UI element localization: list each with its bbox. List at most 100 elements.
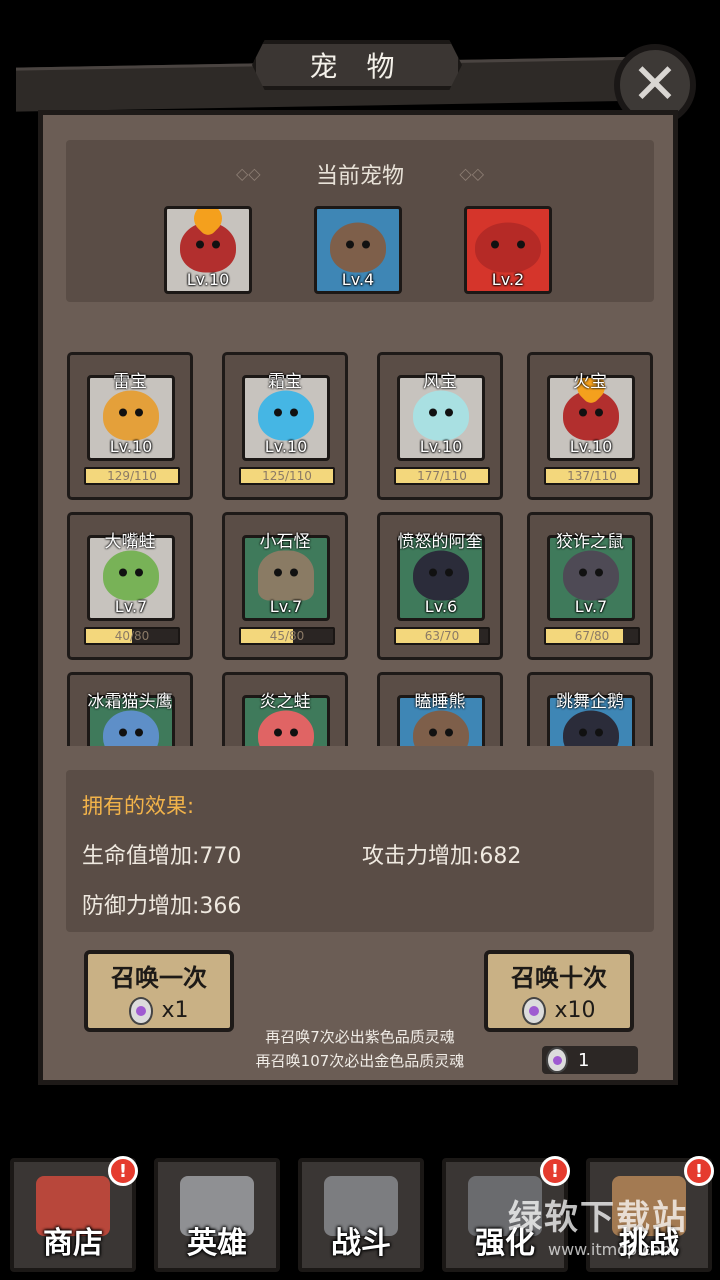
pet-level: Lv.6 bbox=[424, 597, 458, 616]
pet-progress-text: 137/110 bbox=[567, 469, 617, 483]
current-pet-slot-3[interactable]: Lv.2 bbox=[464, 206, 552, 294]
pet-progress-bar: 177/110 bbox=[394, 467, 490, 485]
bear-pet-icon bbox=[413, 710, 469, 746]
dragon-pet-icon bbox=[475, 222, 541, 273]
pet-progress-bar: 67/80 bbox=[544, 627, 640, 645]
effect-hp: 生命值增加:770 bbox=[82, 844, 242, 869]
nav-shop-button[interactable]: 商店 ! bbox=[10, 1156, 138, 1272]
pet-progress-text: 177/110 bbox=[417, 469, 467, 483]
nav-hero-button[interactable]: 英雄 bbox=[154, 1158, 280, 1272]
summon-once-cost: x1 bbox=[161, 998, 189, 1023]
pet-name: 小石怪 bbox=[259, 532, 311, 552]
pet-card[interactable]: Lv.10 火宝 137/110 bbox=[527, 352, 653, 500]
current-pet-level: Lv.10 bbox=[186, 270, 230, 289]
pet-progress-text: 125/110 bbox=[262, 469, 312, 483]
pet-progress-bar: 45/80 bbox=[239, 627, 335, 645]
frost-pet-icon bbox=[258, 390, 314, 441]
pet-level: Lv.10 bbox=[569, 437, 613, 456]
pet-card[interactable]: Lv.10 霜宝 125/110 bbox=[222, 352, 348, 500]
pet-level: Lv.7 bbox=[114, 597, 148, 616]
current-pet-slot-1[interactable]: Lv.10 bbox=[164, 206, 252, 294]
pet-progress-text: 129/110 bbox=[107, 469, 157, 483]
stone-pet-icon bbox=[258, 550, 314, 601]
pet-name: 风宝 bbox=[423, 372, 457, 392]
thunder-pet-icon bbox=[103, 390, 159, 441]
soul-egg-icon bbox=[546, 1047, 568, 1073]
frog-pet-icon bbox=[103, 550, 159, 601]
fire-pet-icon bbox=[563, 390, 619, 441]
soul-egg-icon bbox=[522, 996, 547, 1025]
penguin-pet-icon bbox=[413, 550, 469, 601]
pet-level: Lv.10 bbox=[264, 437, 308, 456]
summon-once-label: 召唤一次 bbox=[111, 963, 207, 992]
notification-badge: ! bbox=[108, 1156, 138, 1186]
current-pets-section: ◇◇ 当前宠物 ◇◇ Lv.10 Lv.4 Lv.2 bbox=[66, 140, 654, 302]
pet-progress-bar: 125/110 bbox=[239, 467, 335, 485]
fire-pet-icon bbox=[180, 222, 236, 273]
pet-card[interactable]: Lv.7 小石怪 45/80 bbox=[222, 512, 348, 660]
pet-name: 愤怒的阿奎 bbox=[397, 532, 483, 552]
pet-card[interactable]: Lv.10 雷宝 129/110 bbox=[67, 352, 193, 500]
pet-level: Lv.10 bbox=[109, 437, 153, 456]
pet-card[interactable]: Lv.6 愤怒的阿奎 63/70 bbox=[377, 512, 503, 660]
pet-name: 霜宝 bbox=[268, 372, 302, 392]
penguin-pet-icon bbox=[563, 710, 619, 746]
watermark: 绿软下载站 bbox=[508, 1198, 688, 1238]
pet-card[interactable]: Lv.10 风宝 177/110 bbox=[377, 352, 503, 500]
page-title: 宠 物 bbox=[309, 50, 405, 83]
wind-pet-icon bbox=[413, 390, 469, 441]
pet-name: 瞌睡熊 bbox=[414, 692, 466, 712]
pet-progress-bar: 63/70 bbox=[394, 627, 490, 645]
nav-battle-button[interactable]: 战斗 bbox=[298, 1158, 424, 1272]
pet-name: 火宝 bbox=[573, 372, 607, 392]
egg-count: 1 bbox=[578, 1049, 590, 1071]
pet-name: 狡诈之鼠 bbox=[556, 532, 624, 552]
pet-name: 大嘴蛙 bbox=[104, 532, 156, 552]
pet-progress-bar: 129/110 bbox=[84, 467, 180, 485]
current-pet-slot-2[interactable]: Lv.4 bbox=[314, 206, 402, 294]
pet-card[interactable]: 跳舞企鹅 bbox=[527, 672, 653, 746]
title-plate: 宠 物 bbox=[252, 40, 462, 90]
pet-card[interactable]: 冰霜猫头鹰 bbox=[67, 672, 193, 746]
effects-title: 拥有的效果: bbox=[82, 794, 195, 818]
pet-card[interactable]: Lv.7 狡诈之鼠 67/80 bbox=[527, 512, 653, 660]
effect-def: 防御力增加:366 bbox=[82, 894, 242, 919]
effects-section: 拥有的效果: 生命值增加:770 攻击力增加:682 防御力增加:366 bbox=[66, 770, 654, 932]
soul-egg-icon bbox=[129, 996, 154, 1025]
pet-level: Lv.7 bbox=[269, 597, 303, 616]
pet-name: 跳舞企鹅 bbox=[556, 692, 624, 712]
pet-level: Lv.10 bbox=[419, 437, 463, 456]
watermark-url: www.itmop.com bbox=[548, 1240, 677, 1259]
pet-grid[interactable]: Lv.10 雷宝 129/110 Lv.10 霜宝 125/110 Lv.10 … bbox=[38, 338, 678, 746]
pet-card[interactable]: 炎之蛙 bbox=[222, 672, 348, 746]
nav-battle-label: 战斗 bbox=[331, 1226, 391, 1261]
summon-hint-purple: 再召唤7次必出紫色品质灵魂 bbox=[265, 1028, 455, 1046]
rat-pet-icon bbox=[563, 550, 619, 601]
effect-atk: 攻击力增加:682 bbox=[362, 844, 522, 869]
nav-shop-label: 商店 bbox=[43, 1226, 103, 1261]
summon-ten-label: 召唤十次 bbox=[511, 963, 607, 992]
flame-frog-pet-icon bbox=[258, 710, 314, 746]
current-pets-title: 当前宠物 bbox=[315, 164, 404, 189]
notification-badge: ! bbox=[684, 1156, 714, 1186]
close-icon: ✕ bbox=[631, 52, 679, 117]
pet-card[interactable]: Lv.7 大嘴蛙 40/80 bbox=[67, 512, 193, 660]
notification-badge: ! bbox=[540, 1156, 570, 1186]
pet-progress-text: 40/80 bbox=[114, 629, 150, 643]
bear-pet-icon bbox=[330, 222, 386, 273]
pet-card[interactable]: 瞌睡熊 bbox=[377, 672, 503, 746]
pet-name: 冰霜猫头鹰 bbox=[87, 692, 173, 712]
summon-ten-button[interactable]: 召唤十次 x10 bbox=[484, 950, 634, 1032]
owl-pet-icon bbox=[103, 710, 159, 746]
current-pet-level: Lv.2 bbox=[491, 270, 525, 289]
pet-progress-bar: 40/80 bbox=[84, 627, 180, 645]
pet-progress-text: 45/80 bbox=[269, 629, 305, 643]
pet-progress-bar: 137/110 bbox=[544, 467, 640, 485]
pet-progress-text: 63/70 bbox=[424, 629, 460, 643]
pet-name: 雷宝 bbox=[113, 372, 147, 392]
current-pet-level: Lv.4 bbox=[341, 270, 375, 289]
summon-ten-cost: x10 bbox=[554, 998, 596, 1023]
ornament-right-icon: ◇◇ bbox=[459, 164, 484, 183]
pet-name: 炎之蛙 bbox=[259, 692, 311, 712]
summon-once-button[interactable]: 召唤一次 x1 bbox=[84, 950, 234, 1032]
